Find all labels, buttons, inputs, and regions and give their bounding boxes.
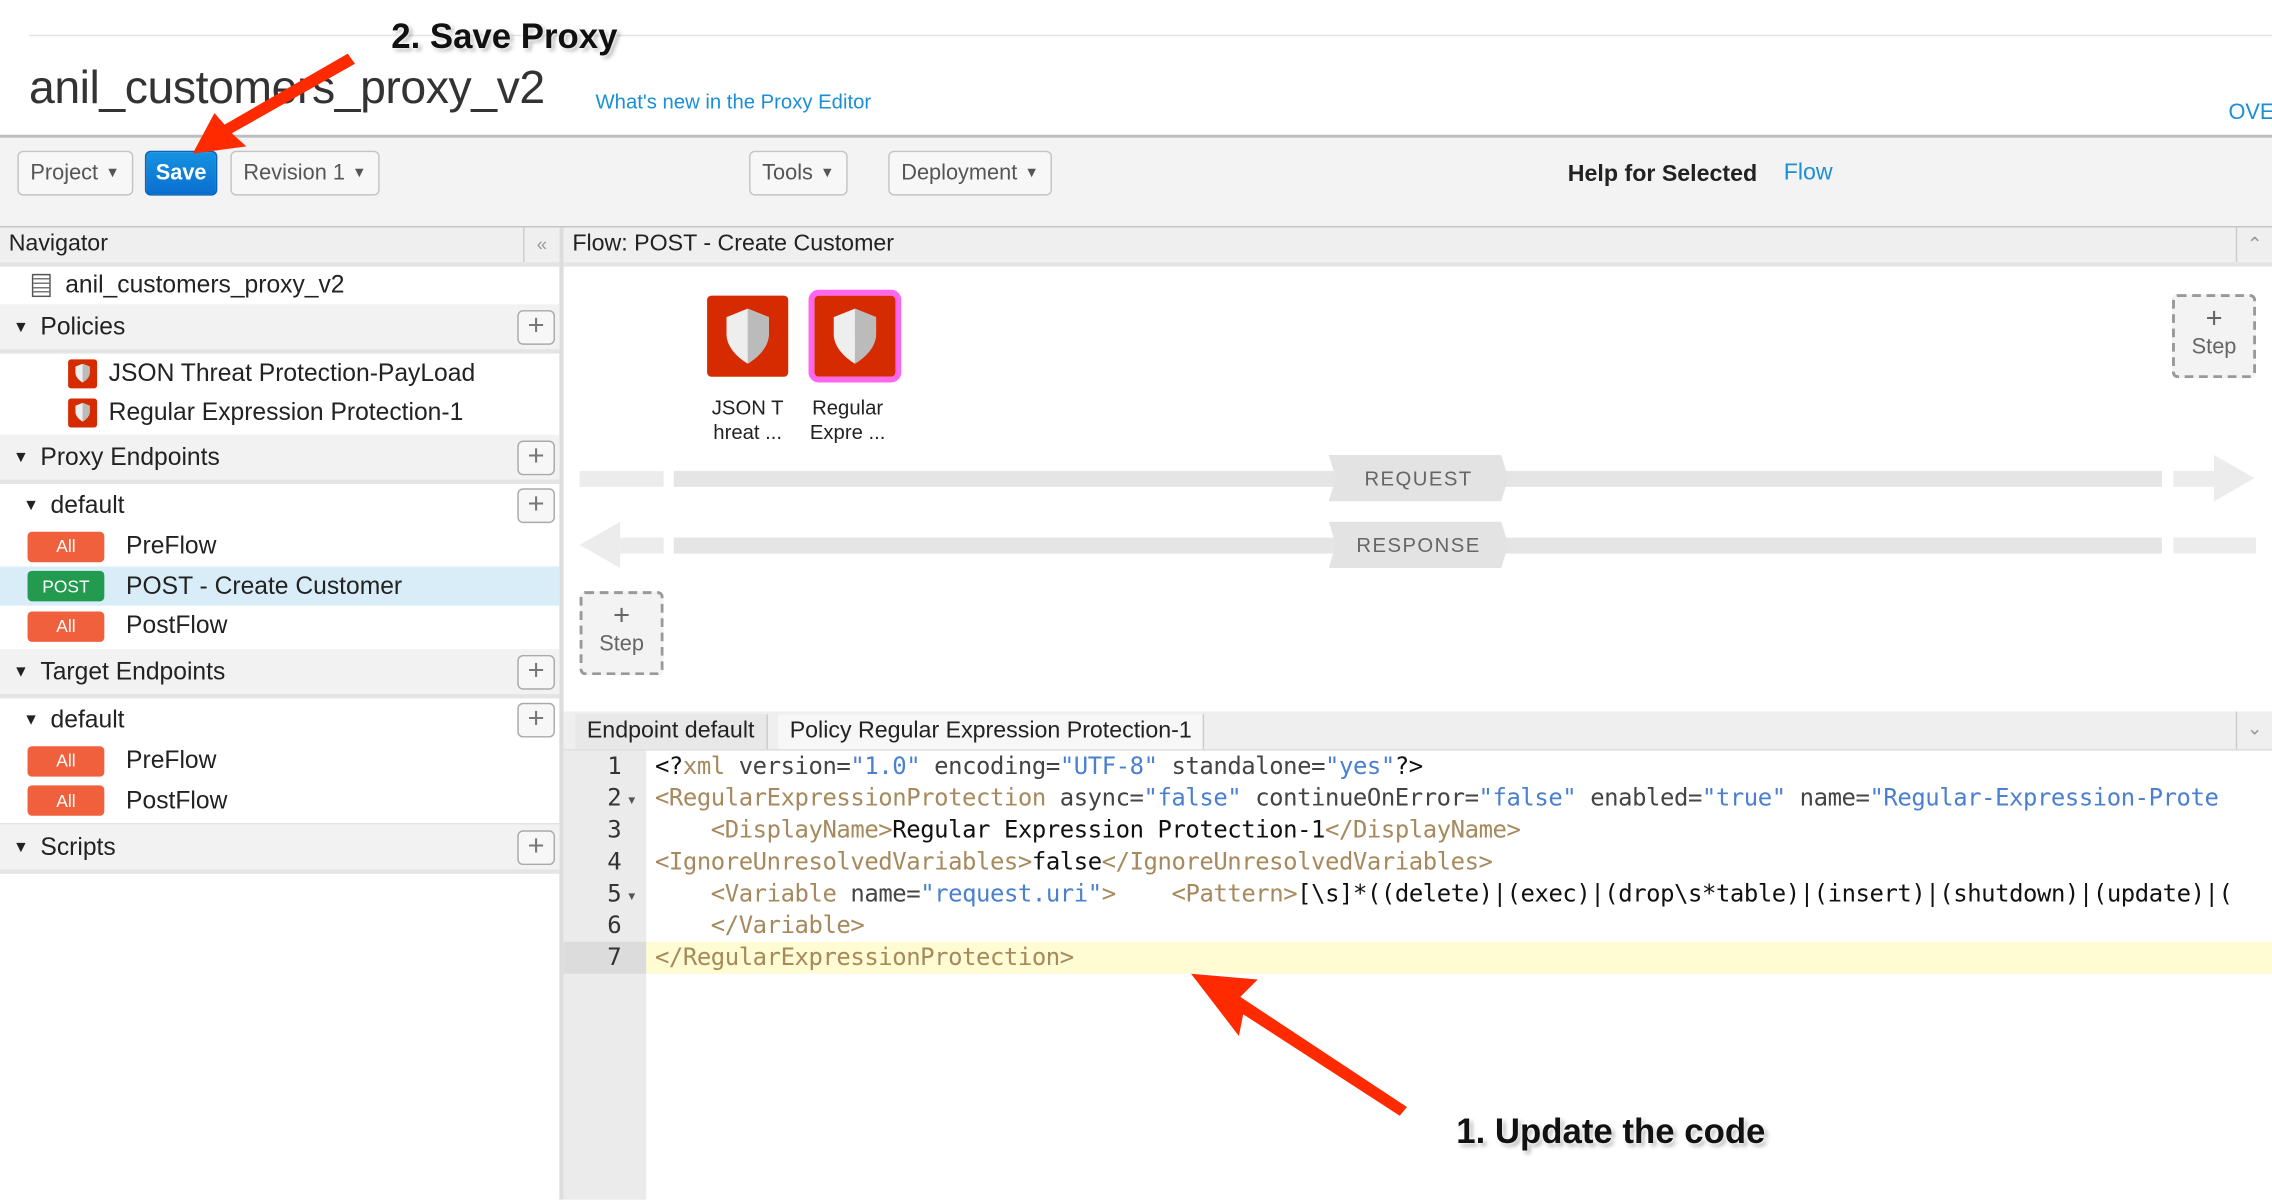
arrow-save-annotation xyxy=(192,53,356,154)
update-code-annotation: 1. Update the code xyxy=(1456,1112,1766,1152)
save-proxy-annotation: 2. Save Proxy xyxy=(391,17,618,57)
annotation-arrows xyxy=(192,53,1407,1116)
arrow-code-annotation xyxy=(1191,973,1407,1116)
proxy-editor: anil_customers_proxy_v2 What's new in th… xyxy=(0,0,2272,1200)
